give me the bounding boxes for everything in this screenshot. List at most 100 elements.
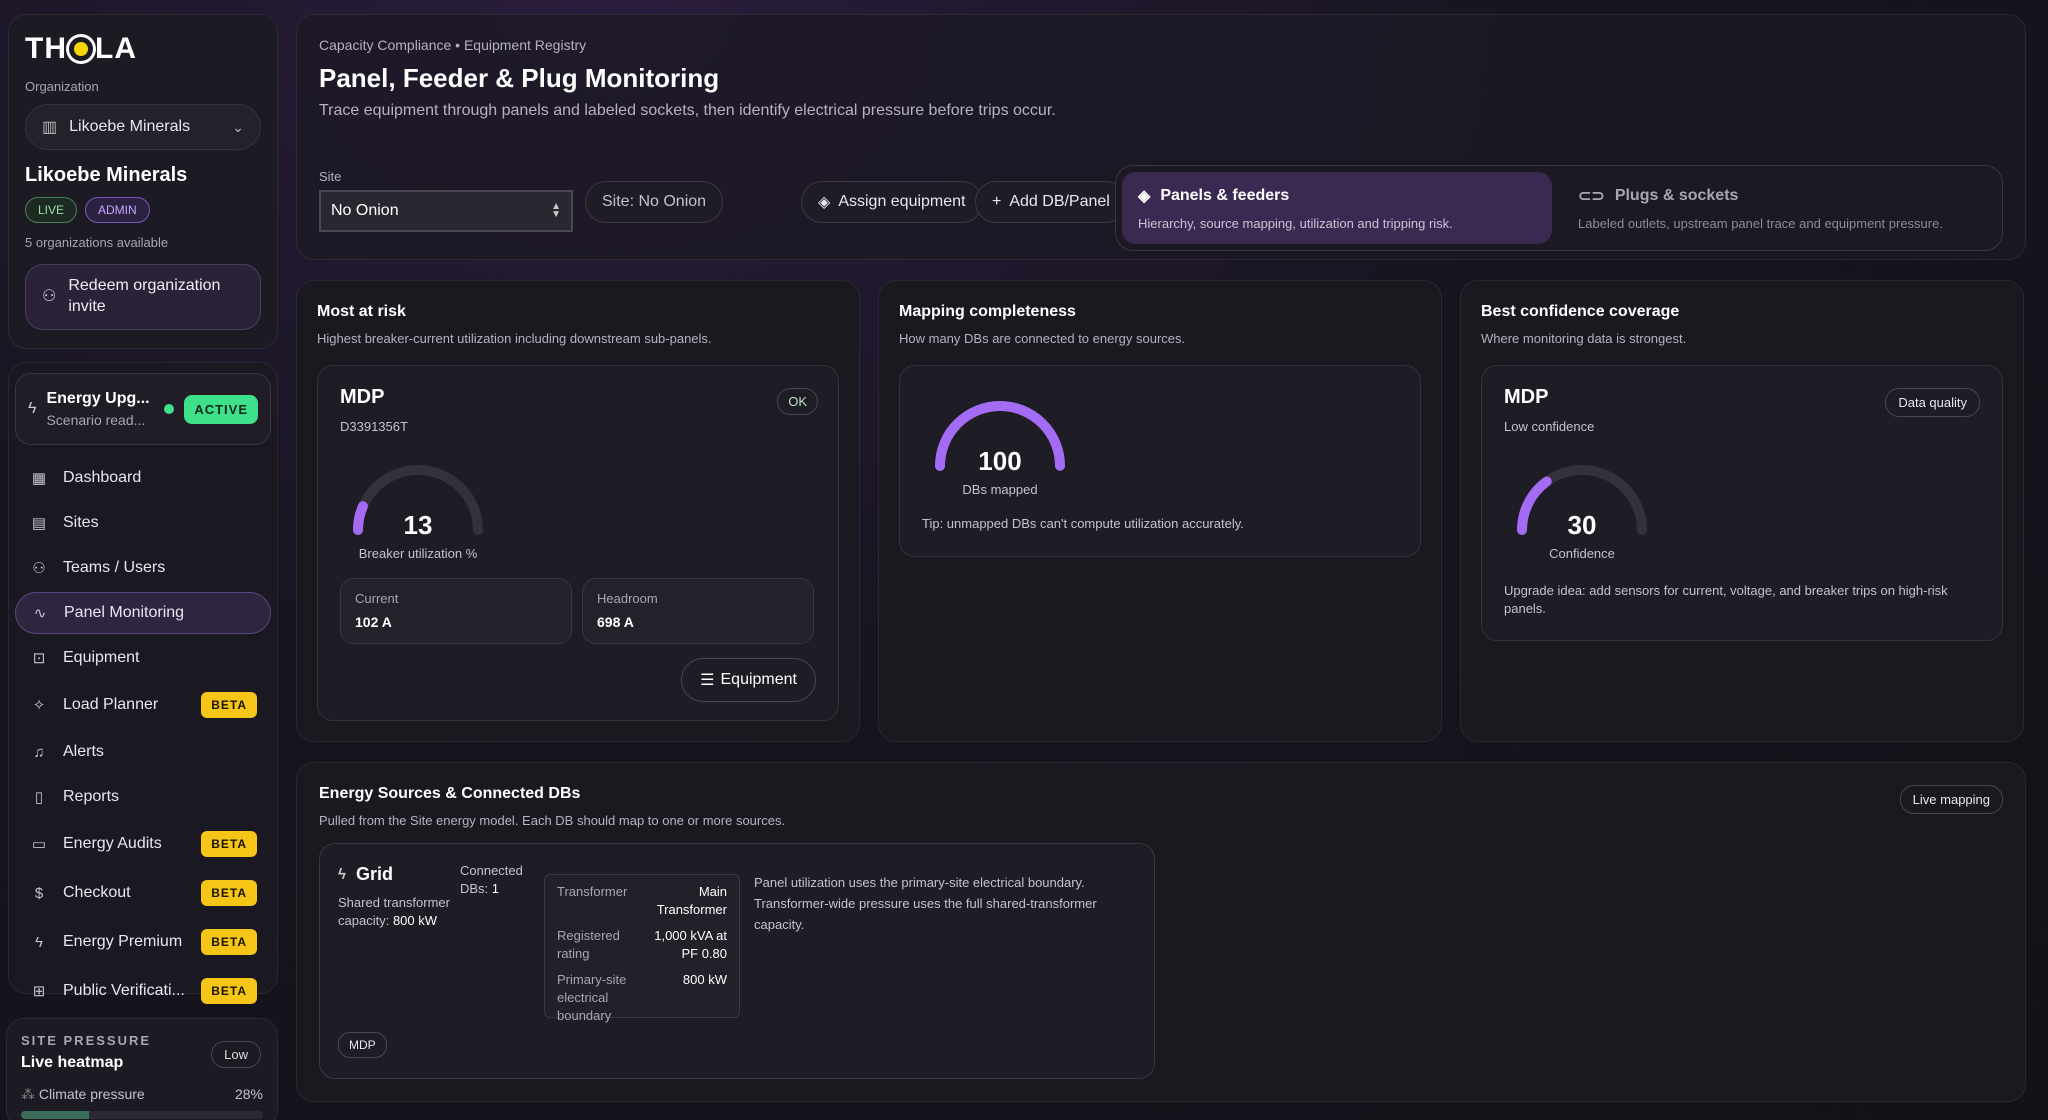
clipboard-icon: ▭ (31, 836, 47, 853)
sidebar-item-label: Teams / Users (63, 559, 166, 576)
mapping-tip: Tip: unmapped DBs can't compute utilizat… (922, 516, 1244, 531)
page-subtitle: Trace equipment through panels and label… (319, 102, 1056, 119)
beta-badge: BETA (201, 692, 257, 718)
data-quality-badge: Data quality (1885, 388, 1980, 417)
add-panel-label: Add DB/Panel (1009, 193, 1110, 210)
thola-logo[interactable]: TH LA (25, 32, 261, 65)
link-icon: ⊂⊃ (1578, 188, 1605, 205)
panel-name: MDP (340, 386, 385, 408)
assign-equipment-button[interactable]: ◈ Assign equipment (801, 181, 983, 223)
dashboard-icon: ▦ (31, 470, 47, 487)
list-icon: ☰ (700, 672, 715, 689)
sidebar-item-energy-audits[interactable]: ▭ Energy Audits BETA (15, 821, 271, 867)
site-pressure-card: SITE PRESSURE Live heatmap Low ⁂ Climate… (6, 1018, 278, 1120)
sidebar-item-label: Energy Audits (63, 835, 162, 852)
file-icon: ▯ (34, 789, 44, 806)
page-title: Panel, Feeder & Plug Monitoring (319, 63, 720, 93)
live-badge: LIVE (25, 197, 78, 223)
card-subtitle: Where monitoring data is strongest. (1481, 331, 1687, 346)
gauge-value: 100 (978, 446, 1022, 476)
row-key: Registered rating (557, 928, 620, 961)
climate-pressure-label: Climate pressure (38, 1086, 145, 1102)
sidebar-item-sites[interactable]: ▤ Sites (15, 502, 271, 544)
sidebar-item-label: Reports (63, 788, 120, 805)
connected-dbs-value: 1 (491, 881, 500, 896)
source-name: Grid (355, 864, 393, 884)
sidebar-item-equipment[interactable]: ⊡ Equipment (15, 637, 271, 679)
thermometer-icon: ⁂ (21, 1086, 35, 1102)
chart-icon: ▤ (31, 515, 47, 532)
card-title: Mapping completeness (899, 303, 1076, 320)
bolt-icon: ϟ (338, 866, 346, 883)
sidebar-item-label: Energy Premium (63, 933, 183, 950)
headroom-label: Headroom (597, 591, 658, 606)
sidebar-item-checkout[interactable]: $ Checkout BETA (15, 870, 271, 916)
gauge-caption: Confidence (1549, 546, 1615, 561)
sidebar-item-label: Equipment (63, 649, 140, 666)
card-subtitle: How many DBs are connected to energy sou… (899, 331, 1186, 346)
panel-code: D3391356T (340, 419, 408, 434)
organization-name: Likoebe Minerals (25, 164, 188, 186)
card-title: Most at risk (317, 303, 406, 320)
sidebar-item-label: Load Planner (63, 696, 159, 713)
organization-card: TH LA Organization ▥ Likoebe Minerals ⌄ L… (8, 14, 278, 349)
redeem-invite-button[interactable]: ⚇ Redeem organization invite (25, 264, 261, 330)
sidebar-item-load-planner[interactable]: ✧ Load Planner BETA (15, 682, 271, 728)
scenario-title: Energy Upg... (46, 390, 150, 407)
sparkle-icon: ✧ (32, 697, 46, 714)
dbs-mapped-gauge: 100 DBs mapped (930, 396, 1070, 506)
sidebar-item-reports[interactable]: ▯ Reports (15, 776, 271, 818)
active-badge: ACTIVE (184, 394, 258, 424)
tab-panels-desc: Hierarchy, source mapping, utilization a… (1138, 216, 1453, 231)
confidence-panel-card[interactable]: MDP Low confidence Data quality 30 Confi… (1481, 365, 2003, 641)
sidebar-item-panel-monitoring[interactable]: ∿ Panel Monitoring (15, 592, 271, 634)
gauge-caption: Breaker utilization % (358, 546, 478, 561)
nav-list: ▦ Dashboard ▤ Sites ⚇ Teams / Users ∿ Panel Mon… (15, 457, 271, 1014)
organization-select[interactable]: ▥ Likoebe Minerals ⌄ (25, 104, 261, 150)
tab-panels-feeders[interactable]: ◈ Panels & feeders Hierarchy, source mapp… (1122, 172, 1552, 244)
organizations-available: 5 organizations available (25, 235, 169, 250)
tab-plugs-sockets[interactable]: ⊂⊃ Plugs & sockets Labeled outlets, upstr… (1562, 172, 1998, 244)
db-chip[interactable]: MDP (338, 1032, 387, 1058)
card-title: Best confidence coverage (1481, 303, 1680, 320)
confidence-coverage-card: Best confidence coverage Where monitorin… (1460, 280, 2024, 742)
card-subtitle: Highest breaker-current utilization incl… (317, 331, 712, 346)
user-icon: ⚇ (42, 287, 57, 305)
pulse-icon: ∿ (33, 605, 47, 622)
sidebar-item-public-verificati[interactable]: ⊞ Public Verificati... BETA (15, 968, 271, 1014)
sidebar-item-label: Dashboard (63, 469, 142, 486)
confidence-level: Low confidence (1504, 419, 1595, 434)
equipment-button[interactable]: ☰ Equipment (681, 658, 816, 702)
organization-label: Organization (25, 79, 99, 94)
gauge-value: 13 (403, 510, 433, 540)
climate-pressure-bar (21, 1111, 263, 1119)
mapping-completeness-card: Mapping completeness How many DBs are co… (878, 280, 1442, 742)
shared-capacity-value: 800 kW (392, 913, 438, 928)
site-select[interactable]: No Onion ▲ ▼ (319, 190, 573, 232)
sidebar-nav: ϟ Energy Upg... Scenario read... ACTIVE … (8, 362, 278, 1004)
breaker-utilization-gauge: 13 Breaker utilization % (348, 460, 488, 570)
layers-icon: ◈ (818, 194, 831, 211)
qr-icon: ⊞ (32, 983, 46, 1000)
sidebar-item-dashboard[interactable]: ▦ Dashboard (15, 457, 271, 499)
current-stat: Current 102 A (340, 578, 572, 644)
add-panel-button[interactable]: + Add DB/Panel (975, 181, 1127, 223)
tab-plugs-title: Plugs & sockets (1614, 187, 1739, 204)
risk-panel-card[interactable]: MDP D3391356T OK 13 Breaker utilization … (317, 365, 839, 721)
bolt-icon: ϟ (35, 933, 43, 951)
card-subtitle: Pulled from the Site energy model. Each … (319, 813, 786, 828)
beta-badge: BETA (201, 880, 257, 906)
current-label: Current (355, 591, 399, 606)
equipment-button-label: Equipment (720, 671, 798, 688)
site-select-value: No Onion (331, 202, 399, 219)
sidebar-item-energy-premium[interactable]: ϟ Energy Premium BETA (15, 919, 271, 965)
scenario-card[interactable]: ϟ Energy Upg... Scenario read... ACTIVE (15, 373, 271, 445)
current-value: 102 A (355, 614, 392, 630)
beta-badge: BETA (201, 929, 257, 955)
row-key: Transformer (557, 884, 628, 899)
sidebar-item-teams-users[interactable]: ⚇ Teams / Users (15, 547, 271, 589)
row-value: 800 kW (682, 972, 727, 987)
beta-badge: BETA (201, 978, 257, 1004)
sidebar-item-label: Public Verificati... (63, 982, 185, 999)
sidebar-item-alerts[interactable]: ♫ Alerts (15, 731, 271, 773)
